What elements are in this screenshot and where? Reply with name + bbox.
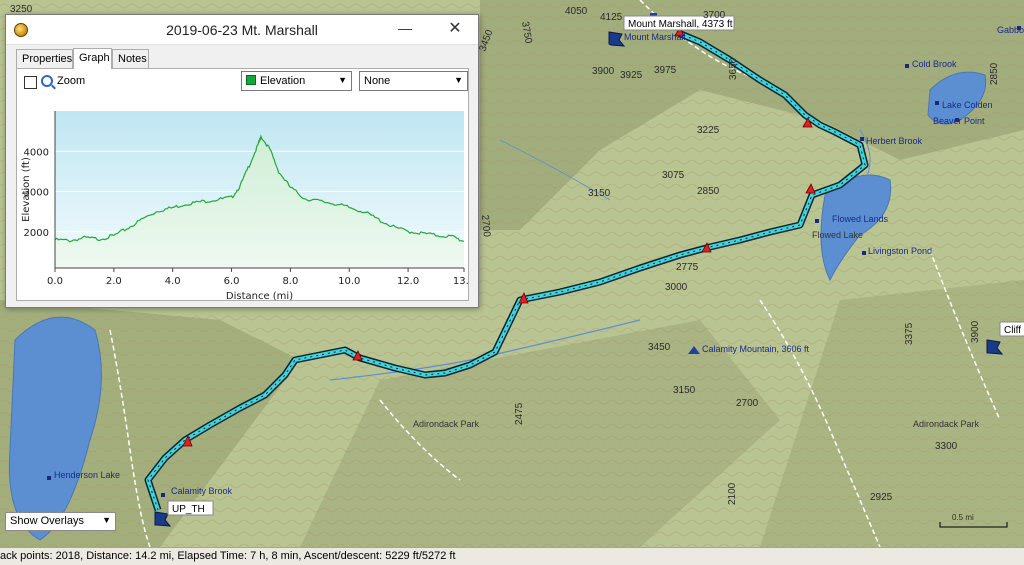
map-label: Lake Colden — [942, 100, 993, 110]
secondary-metric-select[interactable]: None ▼ — [359, 71, 468, 91]
elevation-label: 3700 — [703, 10, 726, 21]
elevation-label: 2850 — [989, 62, 1000, 85]
elevation-label: 3375 — [904, 322, 915, 345]
elevation-label: 2100 — [727, 482, 738, 505]
chevron-down-icon: ▼ — [102, 515, 111, 525]
chevron-down-icon: ▼ — [454, 75, 463, 85]
map-label: Livingston Pond — [868, 246, 932, 256]
poi-dot — [935, 101, 939, 105]
elevation-label: 3000 — [665, 282, 688, 293]
minimize-button[interactable]: — — [383, 15, 427, 44]
elevation-label: 3650 — [728, 57, 739, 80]
chevron-down-icon: ▼ — [338, 75, 347, 85]
svg-text:Cliff: Cliff — [1004, 325, 1021, 336]
status-text: ack points: 2018, Distance: 14.2 mi, Ela… — [0, 550, 456, 562]
map-label: Calamity Mountain, 3606 ft — [702, 344, 810, 354]
elevation-label: 4125 — [600, 12, 623, 23]
elevation-label: 4050 — [565, 6, 588, 17]
close-button[interactable]: ✕ — [432, 15, 478, 44]
metric-select[interactable]: Elevation ▼ — [241, 71, 352, 91]
x-tick-label: 2.0 — [106, 276, 122, 287]
map-label: Beaver Point — [933, 116, 985, 126]
map-label: Mount Marshall — [624, 32, 686, 42]
map-label: Flowed Lands — [832, 214, 889, 224]
svg-text:UP_TH: UP_TH — [172, 504, 205, 515]
elevation-label: 3150 — [673, 385, 696, 396]
map-label: Calamity Brook — [171, 486, 233, 496]
secondary-select-value: None — [364, 75, 391, 87]
tab-graph[interactable]: Graph — [73, 48, 112, 69]
x-tick-label: 6.0 — [224, 276, 240, 287]
tab-notes[interactable]: Notes — [112, 49, 149, 68]
map-label: Adirondack Park — [413, 419, 480, 429]
elevation-label: 2850 — [697, 186, 720, 197]
elevation-label: 2775 — [676, 262, 699, 273]
poi-dot — [47, 476, 51, 480]
elevation-label: 2700 — [479, 214, 492, 238]
x-tick-label: 12.0 — [397, 276, 419, 287]
elevation-label: 3150 — [588, 188, 611, 199]
scale-label: 0.5 mi — [952, 513, 974, 522]
y-axis-label: Elevation (ft) — [21, 157, 32, 222]
elevation-label: 3900 — [592, 66, 615, 77]
zoom-checkbox[interactable] — [24, 76, 37, 89]
map-label: Henderson Lake — [54, 470, 120, 480]
poi-dot — [161, 493, 165, 497]
x-tick-label: 4.0 — [165, 276, 181, 287]
poi-dot — [862, 251, 866, 255]
map-label: Adirondack Park — [913, 419, 980, 429]
elevation-chart[interactable]: 2000300040000.02.04.06.08.010.012.013.9 … — [17, 97, 468, 301]
poi-dot — [860, 137, 864, 141]
track-properties-window[interactable]: 2019-06-23 Mt. Marshall — ✕ Properties G… — [5, 14, 479, 308]
map-label-cliff: Cliff — [999, 321, 1024, 337]
elevation-label: 2925 — [870, 492, 893, 503]
x-tick-label: 13.9 — [453, 276, 468, 287]
tab-properties[interactable]: Properties — [16, 49, 73, 68]
poi-dot — [905, 64, 909, 68]
elevation-label: 3450 — [648, 342, 671, 353]
elevation-label: 3975 — [654, 65, 677, 76]
title-bar[interactable]: 2019-06-23 Mt. Marshall — ✕ — [6, 15, 478, 45]
y-tick-label: 4000 — [24, 147, 49, 158]
map-label: Herbert Brook — [866, 136, 923, 146]
x-axis-label: Distance (mi) — [226, 291, 293, 301]
poi-dot — [815, 219, 819, 223]
elevation-color-swatch — [246, 75, 256, 85]
show-overlays-select[interactable]: Show Overlays ▼ — [5, 512, 116, 531]
elevation-label: 2475 — [514, 402, 525, 425]
map-label-up-th: UP_TH — [167, 500, 214, 516]
x-tick-label: 10.0 — [338, 276, 360, 287]
show-overlays-value: Show Overlays — [10, 515, 84, 527]
elevation-label: 2700 — [736, 398, 759, 409]
x-tick-label: 8.0 — [282, 276, 298, 287]
elevation-label: 3900 — [970, 320, 981, 343]
elevation-label: 3225 — [697, 125, 720, 136]
y-tick-label: 2000 — [24, 228, 49, 239]
status-bar: ack points: 2018, Distance: 14.2 mi, Ela… — [0, 547, 1024, 565]
elevation-label: 3075 — [662, 170, 685, 181]
zoom-label: Zoom — [57, 75, 86, 87]
elevation-label: 3925 — [620, 70, 643, 81]
magnifier-icon — [41, 75, 53, 87]
map-label: Cold Brook — [912, 59, 957, 69]
metric-select-value: Elevation — [260, 75, 306, 87]
elevation-label: 3300 — [935, 441, 958, 452]
x-tick-label: 0.0 — [47, 276, 63, 287]
graph-panel: Zoom Elevation ▼ None ▼ 2000 3000 4000 0… — [16, 68, 469, 301]
map-label: Gabbo — [997, 25, 1024, 35]
map-label: Flowed Lake — [812, 230, 863, 240]
